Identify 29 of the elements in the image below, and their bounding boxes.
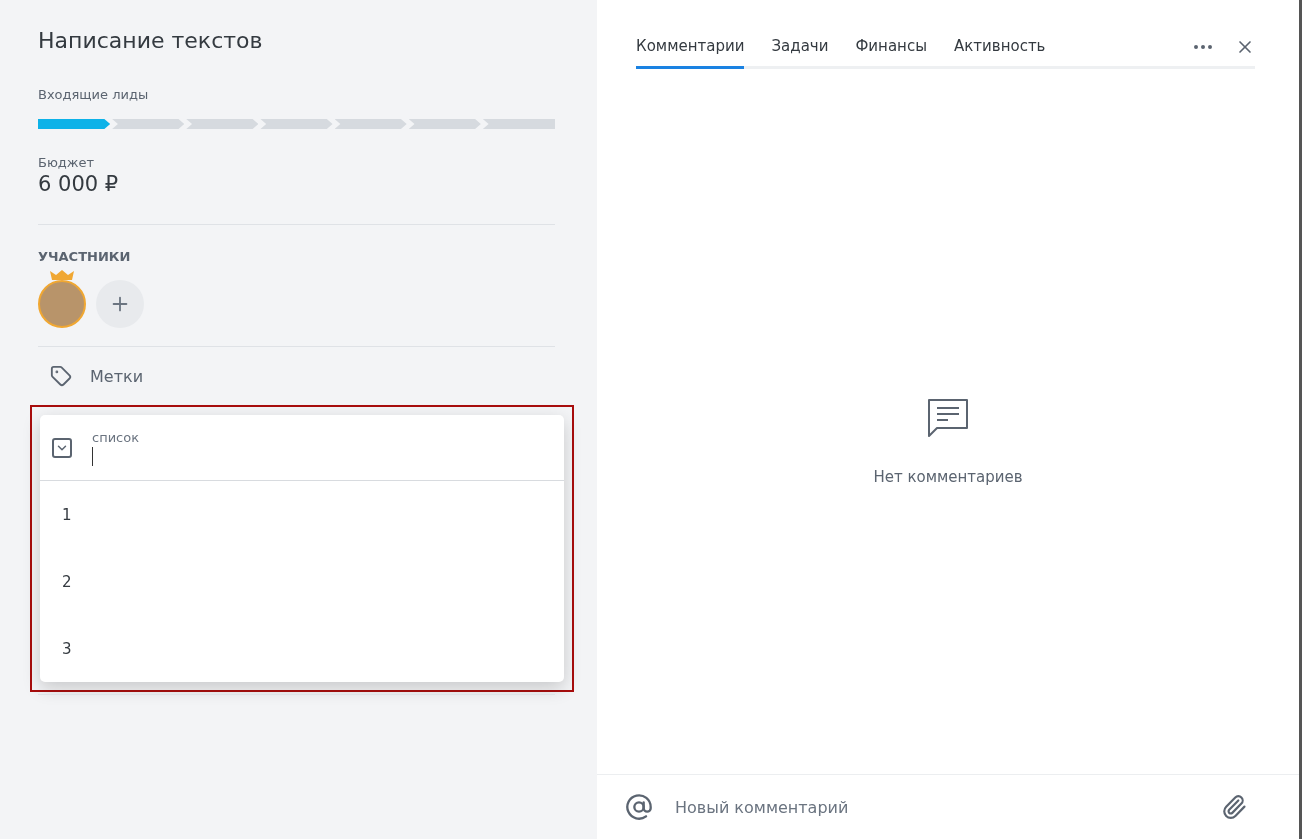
avatar[interactable]	[38, 280, 86, 328]
add-participant-button[interactable]	[96, 280, 144, 328]
stage-name: Входящие лиды	[38, 87, 150, 102]
pipeline-stage[interactable]	[408, 119, 481, 129]
pipeline-stage[interactable]	[260, 119, 333, 129]
pipeline-stage[interactable]	[112, 119, 185, 129]
dropdown-option[interactable]: 1	[40, 481, 564, 548]
tags-label[interactable]: Метки	[90, 366, 144, 386]
tag-icon	[50, 365, 72, 387]
tab[interactable]: Финансы	[855, 28, 927, 69]
deal-title: Написание текстов	[38, 28, 264, 53]
tab[interactable]: Задачи	[771, 28, 829, 69]
empty-state-text: Нет комментариев	[873, 467, 1023, 486]
comment-icon	[926, 397, 970, 438]
paperclip-icon[interactable]	[1221, 794, 1247, 820]
participants-heading: УЧАСТНИКИ	[38, 249, 132, 264]
pipeline-stage[interactable]	[38, 119, 111, 129]
budget-value: 6 000 ₽	[38, 172, 120, 196]
pipeline-stage[interactable]	[482, 119, 555, 129]
tab[interactable]: Активность	[954, 28, 1046, 69]
list-field[interactable]: список	[92, 429, 564, 466]
dropdown-option[interactable]: 3	[40, 615, 564, 682]
dropdown-option[interactable]: 2	[40, 548, 564, 615]
pipeline-stage[interactable]	[186, 119, 259, 129]
dropdown-toggle[interactable]	[52, 437, 72, 458]
pipeline-stage[interactable]	[334, 119, 407, 129]
budget-label: Бюджет	[38, 155, 96, 170]
mention-icon[interactable]	[625, 793, 653, 821]
tab[interactable]: Комментарии	[636, 28, 745, 69]
